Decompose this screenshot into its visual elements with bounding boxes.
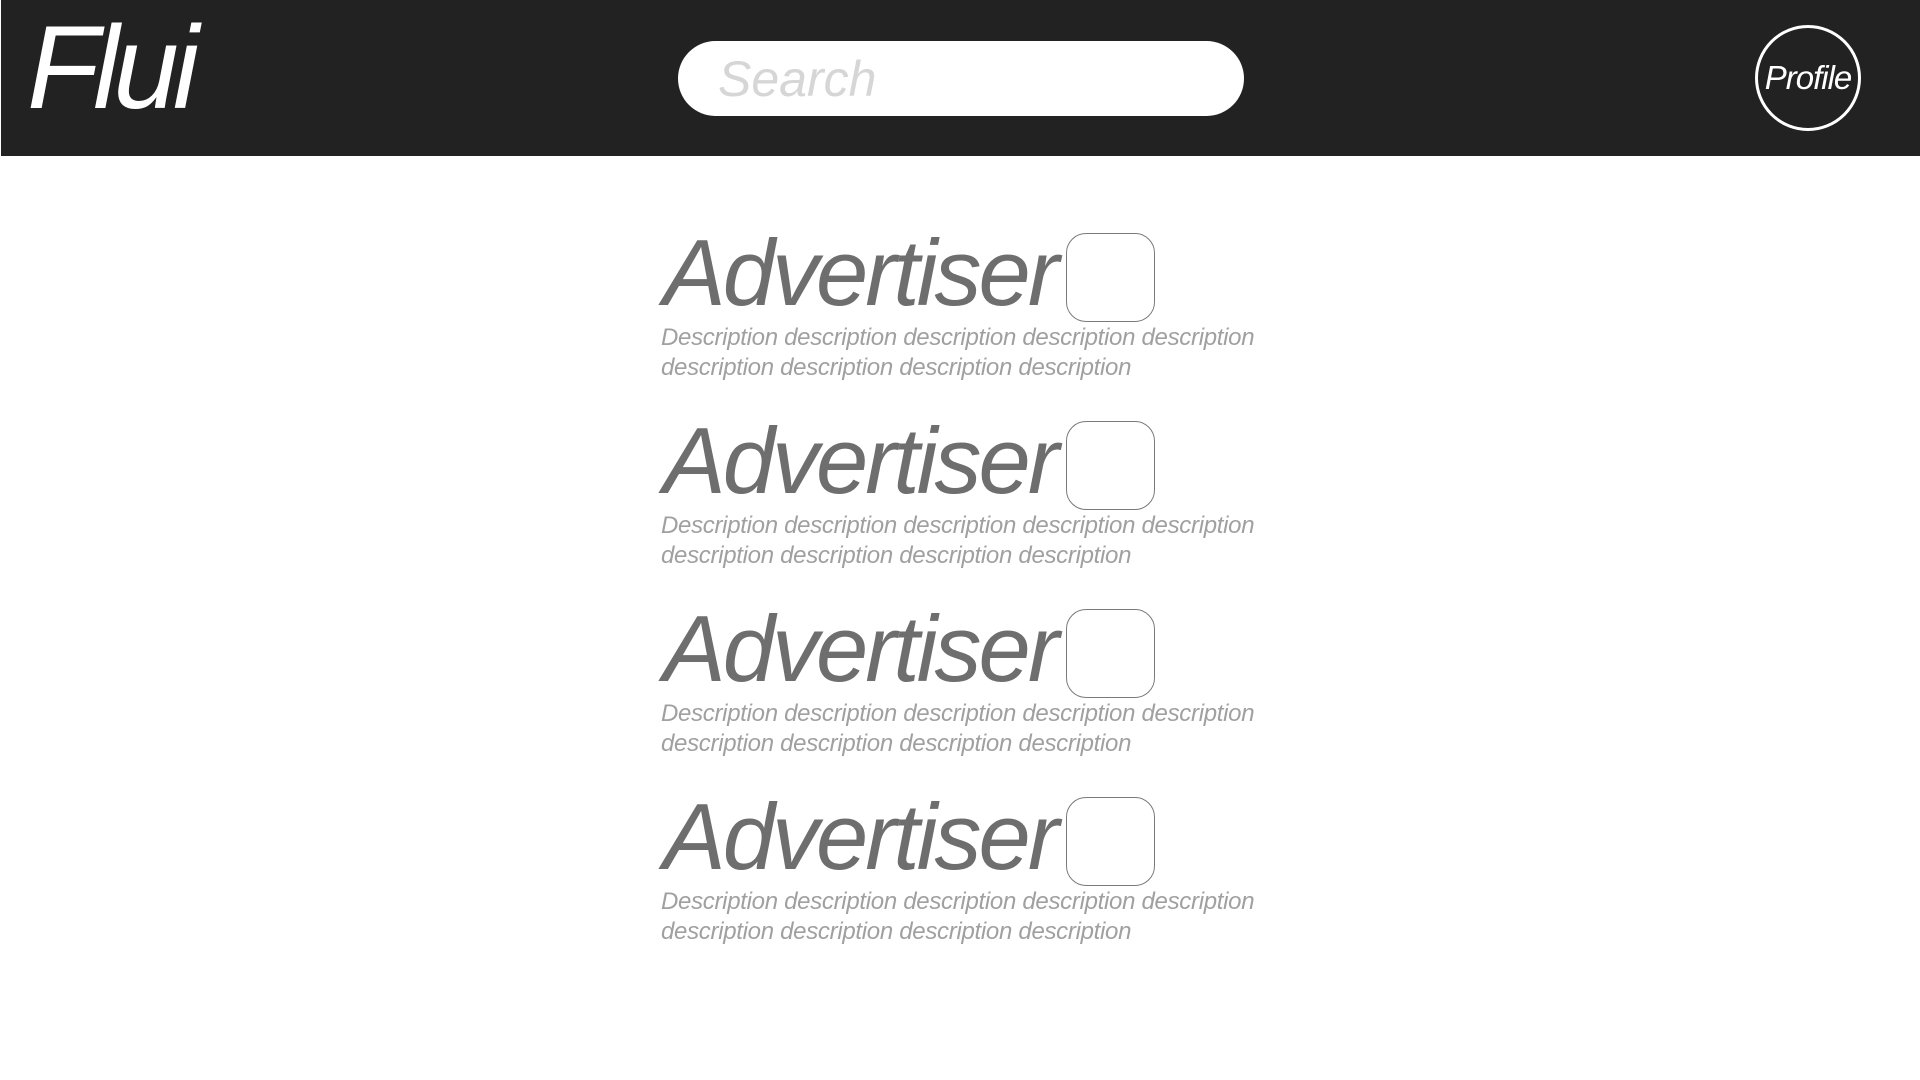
advertiser-title[interactable]: Advertiser <box>663 785 1059 889</box>
advertiser-list: Advertiser Description description descr… <box>660 221 1300 977</box>
advertiser-checkbox[interactable] <box>1066 797 1155 886</box>
advertiser-item[interactable]: Advertiser Description description descr… <box>660 409 1300 601</box>
search-input[interactable] <box>678 41 1244 116</box>
advertiser-title[interactable]: Advertiser <box>663 221 1059 325</box>
advertiser-item[interactable]: Advertiser Description description descr… <box>660 785 1300 977</box>
advertiser-title[interactable]: Advertiser <box>663 409 1059 513</box>
advertiser-checkbox[interactable] <box>1066 609 1155 698</box>
advertiser-description: Description description description desc… <box>661 512 1255 569</box>
advertiser-description: Description description description desc… <box>661 324 1255 381</box>
profile-button[interactable]: Profile <box>1755 25 1861 131</box>
advertiser-description: Description description description desc… <box>661 888 1255 945</box>
advertiser-checkbox[interactable] <box>1066 421 1155 510</box>
advertiser-title[interactable]: Advertiser <box>663 597 1059 701</box>
advertiser-checkbox[interactable] <box>1066 233 1155 322</box>
advertiser-item[interactable]: Advertiser Description description descr… <box>660 221 1300 413</box>
advertiser-description: Description description description desc… <box>661 700 1255 757</box>
top-bar: Flui Profile <box>1 0 1920 156</box>
app-logo[interactable]: Flui <box>27 3 199 134</box>
advertiser-item[interactable]: Advertiser Description description descr… <box>660 597 1300 789</box>
